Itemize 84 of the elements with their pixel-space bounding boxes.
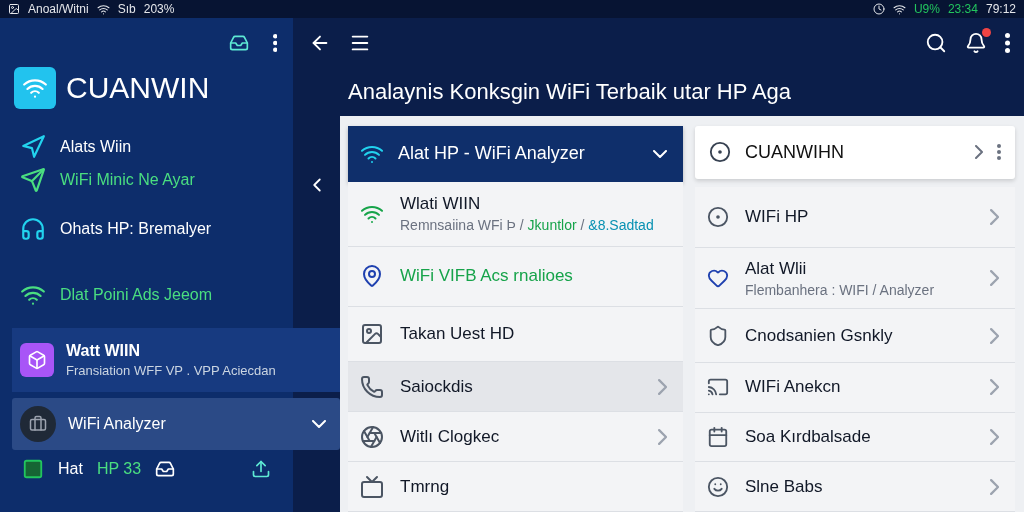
circle-dot-icon — [707, 205, 729, 228]
row-title: Witlı Clogkec — [400, 426, 500, 447]
drawer-item[interactable]: Alats Wiin — [0, 130, 293, 164]
more-icon — [1005, 33, 1010, 53]
drawer-dropdown[interactable]: WiFi Analyzer — [12, 398, 340, 450]
box-icon — [20, 343, 54, 377]
row-title: Slne Babs — [745, 476, 823, 497]
row-subtitle: Remnsaiina WFi Þ / Jkuntlor / &8.Sadtad — [400, 217, 655, 234]
inbox-icon[interactable] — [155, 459, 176, 479]
status-text: U9% — [913, 2, 940, 16]
navigation-icon — [20, 134, 46, 160]
status-text: 23:34 — [947, 2, 978, 16]
status-text: 79:12 — [985, 2, 1016, 16]
aperture-icon — [360, 424, 384, 449]
list-row[interactable]: Witlı Clogkec — [348, 412, 683, 463]
footer-extra: HP 33 — [96, 460, 142, 478]
brand-name: CUANWIN — [66, 71, 210, 105]
send-icon — [20, 167, 46, 193]
list-row[interactable]: Soa Kırdbalsade — [695, 412, 1015, 463]
row-title: Saiockdis — [400, 376, 473, 397]
search-button[interactable] — [925, 32, 947, 54]
list-row[interactable]: WIFi Anekcn — [695, 362, 1015, 413]
headphones-icon — [20, 216, 46, 242]
chevron-icon — [989, 208, 999, 225]
drawer-item[interactable]: Ohats HP: Bremalyer — [0, 196, 293, 262]
status-text: Sıb — [117, 2, 136, 16]
chevron-icon — [989, 327, 999, 344]
list-row[interactable]: Takan Uest HD — [348, 306, 683, 363]
drawer-item[interactable]: Dlat Poini Ads Jeeom — [0, 262, 293, 328]
list-row[interactable]: Alat Wlii Flembanhera : WIFI / Analyzer — [695, 247, 1015, 310]
smile-icon — [707, 475, 729, 498]
tv-icon — [360, 474, 384, 499]
row-title: Tmrng — [400, 476, 450, 497]
wifi-logo-icon — [14, 67, 56, 109]
chevron-icon — [657, 428, 667, 445]
chevron-icon — [975, 145, 983, 160]
status-text: Anoal/Witni — [28, 2, 89, 16]
shield-icon — [707, 324, 729, 347]
page-title: Analaynis Konksgin WiFi Terbaik utar HP Aga — [347, 78, 793, 106]
avatar-icon — [20, 406, 56, 442]
list-row[interactable]: Slne Babs — [695, 462, 1015, 512]
wifi-icon — [892, 2, 906, 16]
image-icon — [8, 3, 20, 15]
more-button[interactable] — [1005, 33, 1010, 53]
list-row[interactable]: WIFi HP — [695, 186, 1015, 248]
row-title: WiFi VIFB Acs rnalioes — [400, 266, 573, 287]
footer-label: Hat — [58, 460, 83, 478]
row-title: Takan Uest HD — [400, 324, 515, 345]
chevron-icon — [989, 478, 999, 495]
drawer-item[interactable]: WiFi Minic Ne Ayar — [0, 164, 293, 196]
list-row[interactable]: Tmrng — [348, 462, 683, 512]
row-title: Wlati WIIN — [400, 194, 482, 215]
row-title: Alat Wlii — [745, 258, 808, 279]
list-row[interactable]: Wlati WIIN Remnsaiina WFi Þ / Jkuntlor / &8.Sadtad — [348, 181, 683, 248]
alarm-icon — [872, 3, 885, 15]
row-subtitle: Flembanhera : WIFI / Analyzer — [745, 281, 936, 298]
list-row[interactable]: Saiockdis — [348, 362, 683, 413]
chevron-icon — [989, 379, 999, 396]
bell-icon — [965, 32, 987, 54]
row-title: WIFi Anekcn — [745, 377, 841, 398]
circle-dot-icon — [709, 141, 731, 164]
card-subtitle: Fransiation WFF VP . VPP Aciecdan — [66, 363, 277, 378]
card-title: Watt WIIN — [66, 342, 142, 360]
chevron-icon — [989, 270, 999, 287]
list-header[interactable]: CUANWIHN — [695, 126, 1015, 179]
inbox-icon[interactable] — [228, 33, 249, 53]
battery-text: 203% — [143, 2, 175, 16]
image-icon — [360, 322, 384, 347]
list-header[interactable]: Alat HP - WiFi Analyzer — [348, 126, 683, 182]
upload-icon[interactable] — [251, 459, 271, 479]
row-title: Cnodsanien Gsnkly — [745, 325, 893, 346]
phone-icon — [360, 374, 384, 399]
row-title: Soa Kırdbalsade — [745, 426, 871, 447]
wifi-icon — [96, 2, 110, 16]
heart-icon — [707, 267, 729, 290]
map-pin-icon — [360, 264, 384, 289]
list-row[interactable]: Cnodsanien Gsnkly — [695, 309, 1015, 363]
chevron-icon — [989, 428, 999, 445]
more-icon[interactable] — [272, 34, 277, 52]
drawer-card[interactable]: Watt WIIN Fransiation WFF VP . VPP Aciecdan — [12, 328, 340, 392]
row-title: WIFi HP — [745, 206, 809, 227]
chevron-icon — [657, 378, 667, 395]
calendar-icon — [707, 425, 729, 448]
search-icon — [925, 32, 947, 54]
